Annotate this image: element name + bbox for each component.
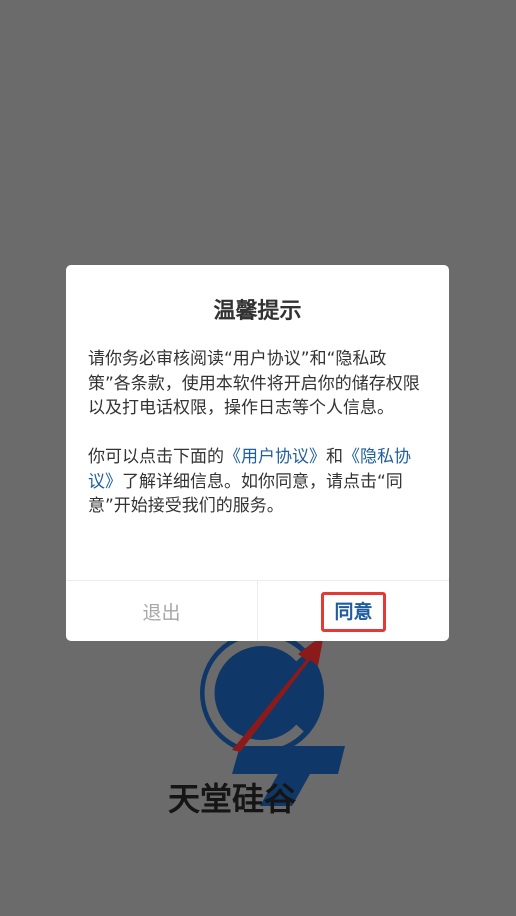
dialog-button-row: 退出 同意 bbox=[66, 580, 449, 641]
logo-text: 天堂硅谷 bbox=[168, 780, 297, 818]
paragraph-2-prefix: 你可以点击下面的 bbox=[88, 447, 224, 467]
exit-button-label: 退出 bbox=[142, 602, 181, 624]
dialog-body: 请你务必审核阅读“用户协议”和“隐私政策”各条款，使用本软件将开启你的储存权限以… bbox=[88, 347, 426, 519]
paragraph-2-suffix: 了解详细信息。如你同意，请点击“同意”开始接受我们的服务。 bbox=[88, 471, 403, 517]
dialog-title: 温馨提示 bbox=[213, 299, 302, 324]
paragraph-2-and: 和 bbox=[326, 447, 343, 467]
agree-button-label: 同意 bbox=[321, 591, 386, 632]
privacy-dialog: 温馨提示 请你务必审核阅读“用户协议”和“隐私政策”各条款，使用本软件将开启你的… bbox=[66, 265, 449, 641]
user-agreement-link[interactable]: 《用户协议》 bbox=[224, 447, 326, 467]
arrow-annotation bbox=[220, 620, 340, 760]
agree-button[interactable]: 同意 bbox=[258, 581, 449, 641]
dialog-paragraph-1: 请你务必审核阅读“用户协议”和“隐私政策”各条款，使用本软件将开启你的储存权限以… bbox=[88, 349, 420, 418]
dialog-paragraph-2: 你可以点击下面的《用户协议》和《隐私协议》了解详细信息。如你同意，请点击“同意”… bbox=[88, 445, 426, 519]
exit-button[interactable]: 退出 bbox=[66, 581, 258, 641]
